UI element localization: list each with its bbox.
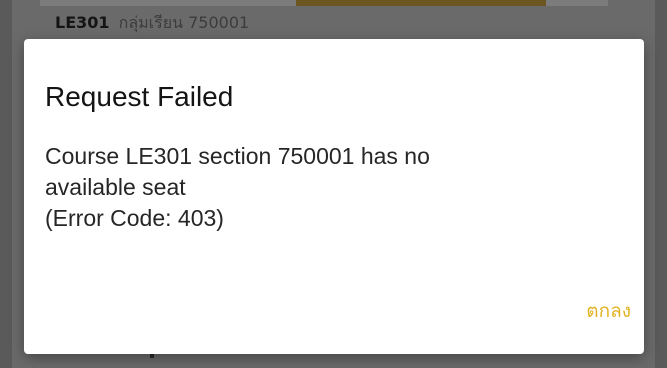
app-screen: LE301 กลุ่มเรียน 750001 Request Failed C…: [0, 0, 667, 368]
dialog-message-line: Course LE301 section 750001 has no: [45, 143, 430, 169]
background-course-code: LE301: [55, 13, 110, 32]
background-edge-left: [0, 0, 12, 368]
background-course-row: LE301 กลุ่มเรียน 750001: [55, 13, 249, 33]
dialog-title: Request Failed: [45, 81, 234, 112]
dialog-message-line: available seat: [45, 174, 186, 200]
confirm-button[interactable]: ตกลง: [580, 294, 637, 328]
background-edge-right: [655, 0, 667, 368]
dialog-message-line: (Error Code: 403): [45, 205, 224, 231]
dialog-message: Course LE301 section 750001 has no avail…: [45, 141, 575, 234]
background-course-section: กลุ่มเรียน 750001: [118, 13, 250, 32]
background-header-accent: [296, 0, 546, 6]
